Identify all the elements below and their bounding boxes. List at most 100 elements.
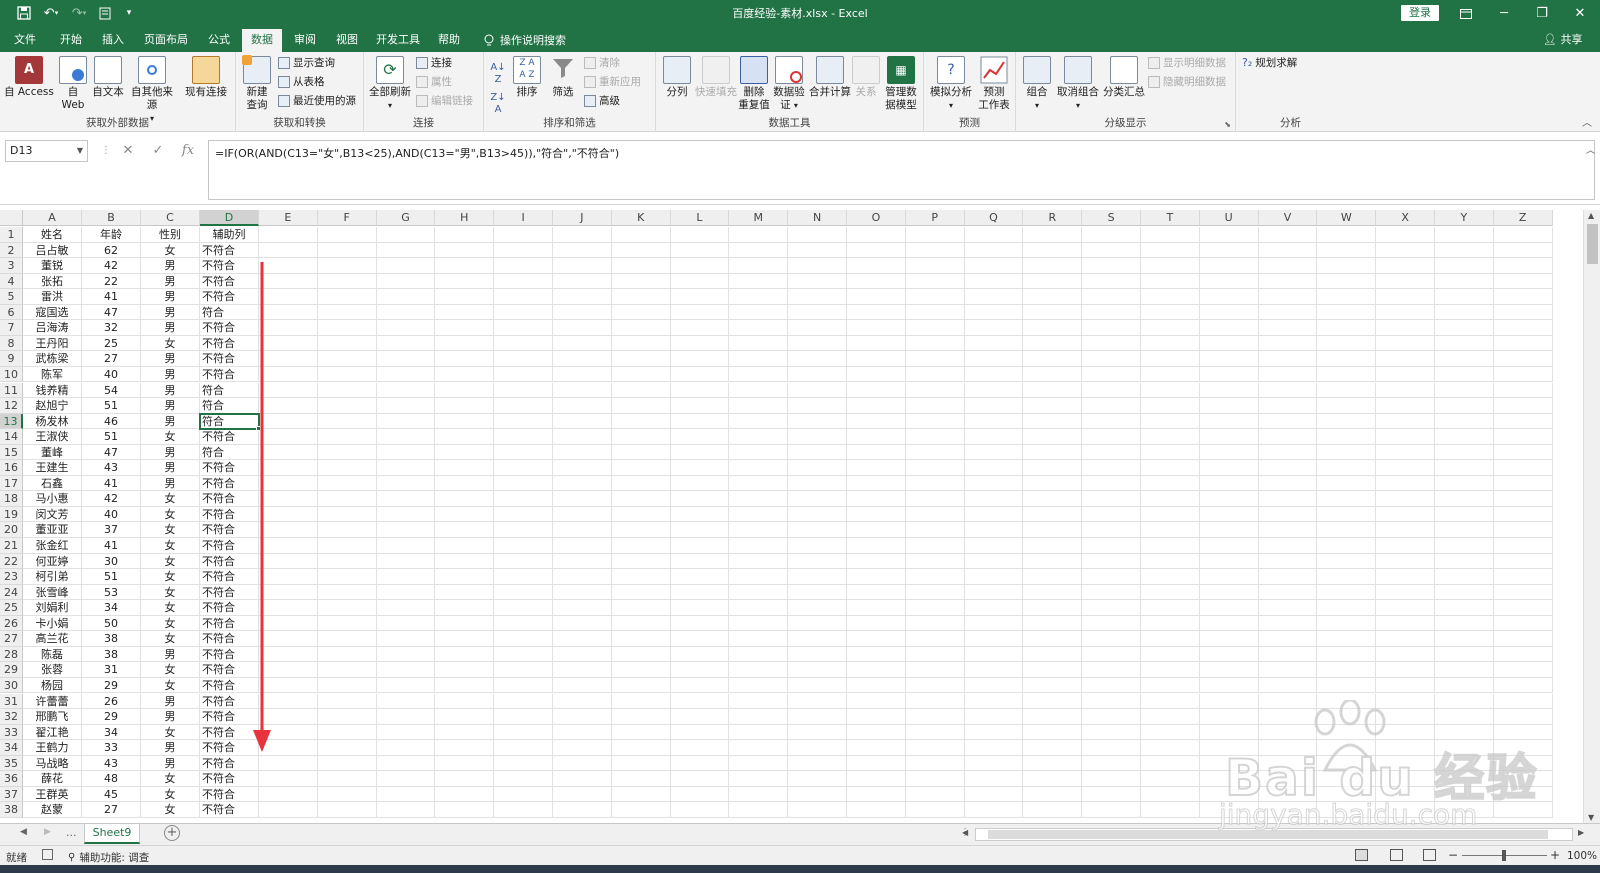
- cell[interactable]: [847, 538, 906, 554]
- cell[interactable]: 董亚亚: [23, 522, 82, 538]
- cell[interactable]: [847, 740, 906, 756]
- cell[interactable]: [1317, 646, 1377, 663]
- cell[interactable]: [435, 289, 495, 305]
- cell[interactable]: [964, 709, 1024, 725]
- cell[interactable]: [553, 662, 612, 678]
- cell[interactable]: 邢鹏飞: [23, 709, 82, 725]
- cell[interactable]: [1141, 802, 1200, 818]
- cell[interactable]: [1258, 258, 1318, 274]
- cell[interactable]: [1199, 631, 1259, 647]
- cell[interactable]: [494, 335, 553, 352]
- cell[interactable]: [1141, 755, 1200, 772]
- cell[interactable]: [259, 475, 318, 492]
- cell[interactable]: [1199, 460, 1259, 476]
- ungroup-button[interactable]: 取消组合 ▾: [1054, 56, 1102, 112]
- cell[interactable]: 27: [82, 802, 141, 818]
- cell[interactable]: [376, 677, 436, 694]
- cell[interactable]: [376, 227, 436, 243]
- cell[interactable]: [1082, 273, 1141, 290]
- cell[interactable]: [670, 786, 730, 803]
- cell[interactable]: [435, 242, 495, 259]
- cell[interactable]: [964, 289, 1024, 305]
- cell[interactable]: [1199, 584, 1259, 601]
- cell[interactable]: [317, 273, 377, 290]
- cell[interactable]: [670, 771, 730, 787]
- from-access-button[interactable]: A 自 Access: [4, 56, 54, 99]
- cell[interactable]: [494, 600, 553, 616]
- cell[interactable]: [1141, 786, 1200, 803]
- cell[interactable]: 陈磊: [23, 646, 82, 663]
- cell[interactable]: [788, 771, 847, 787]
- cell[interactable]: [317, 242, 377, 259]
- save-icon[interactable]: [14, 4, 34, 22]
- cell[interactable]: [1258, 755, 1318, 772]
- tab-help[interactable]: 帮助: [430, 27, 468, 52]
- cell[interactable]: [435, 258, 495, 274]
- cell[interactable]: [1258, 335, 1318, 352]
- cell[interactable]: [376, 289, 436, 305]
- cell[interactable]: 不符合: [200, 786, 259, 803]
- cell[interactable]: [729, 366, 789, 383]
- cell[interactable]: [611, 600, 671, 616]
- cell[interactable]: [1376, 258, 1435, 274]
- cell[interactable]: [1376, 335, 1435, 352]
- cell[interactable]: 不符合: [200, 522, 259, 538]
- cell[interactable]: [1199, 538, 1259, 554]
- cell[interactable]: [376, 786, 436, 803]
- tab-page-layout[interactable]: 页面布局: [138, 27, 194, 52]
- cell[interactable]: [964, 475, 1024, 492]
- cell[interactable]: [1317, 677, 1377, 694]
- cell[interactable]: [611, 740, 671, 756]
- cell[interactable]: [611, 755, 671, 772]
- cell[interactable]: [964, 724, 1024, 741]
- cell[interactable]: 不符合: [200, 460, 259, 476]
- cell[interactable]: [729, 289, 789, 305]
- cell[interactable]: [435, 475, 495, 492]
- cell[interactable]: [1317, 382, 1377, 399]
- cell[interactable]: [494, 646, 553, 663]
- cell[interactable]: [1199, 506, 1259, 523]
- cell[interactable]: 29: [82, 677, 141, 694]
- cell[interactable]: [1376, 615, 1435, 632]
- row-header[interactable]: 19: [0, 506, 23, 523]
- scroll-sheets-right-icon[interactable]: ▶: [44, 827, 51, 837]
- cell[interactable]: [905, 693, 965, 710]
- cell[interactable]: [1082, 677, 1141, 694]
- cell[interactable]: [1258, 709, 1318, 725]
- row-header[interactable]: 29: [0, 662, 23, 678]
- zoom-slider-thumb[interactable]: [1502, 850, 1506, 861]
- cell[interactable]: [259, 444, 318, 461]
- cell[interactable]: [847, 366, 906, 383]
- cell[interactable]: [494, 569, 553, 585]
- cell[interactable]: [1493, 382, 1553, 399]
- cell[interactable]: [1082, 242, 1141, 259]
- cell[interactable]: [1317, 444, 1377, 461]
- cell[interactable]: [553, 506, 612, 523]
- cell[interactable]: [259, 615, 318, 632]
- cell[interactable]: [1493, 227, 1553, 243]
- sheet-tab-sheet9[interactable]: Sheet9: [84, 824, 140, 844]
- cell[interactable]: 不符合: [200, 771, 259, 787]
- cell[interactable]: [494, 553, 553, 570]
- cell[interactable]: [729, 538, 789, 554]
- cell[interactable]: [1023, 724, 1083, 741]
- cell[interactable]: [1199, 304, 1259, 321]
- cell[interactable]: 马小惠: [23, 491, 82, 507]
- cell[interactable]: [1258, 646, 1318, 663]
- cell[interactable]: [670, 304, 730, 321]
- cell[interactable]: [1023, 273, 1083, 290]
- zoom-in-icon[interactable]: +: [1550, 848, 1560, 862]
- confirm-edit-icon[interactable]: ✓: [148, 141, 168, 161]
- cell[interactable]: [1435, 538, 1494, 554]
- cell[interactable]: [376, 491, 436, 507]
- cell[interactable]: [259, 289, 318, 305]
- row-header[interactable]: 27: [0, 631, 23, 647]
- cell[interactable]: [1141, 522, 1200, 538]
- cell[interactable]: 董锐: [23, 258, 82, 274]
- cell[interactable]: [670, 429, 730, 445]
- cell[interactable]: 38: [82, 631, 141, 647]
- cell[interactable]: [964, 755, 1024, 772]
- cell[interactable]: [788, 802, 847, 818]
- cell[interactable]: [317, 553, 377, 570]
- row-header[interactable]: 18: [0, 491, 23, 507]
